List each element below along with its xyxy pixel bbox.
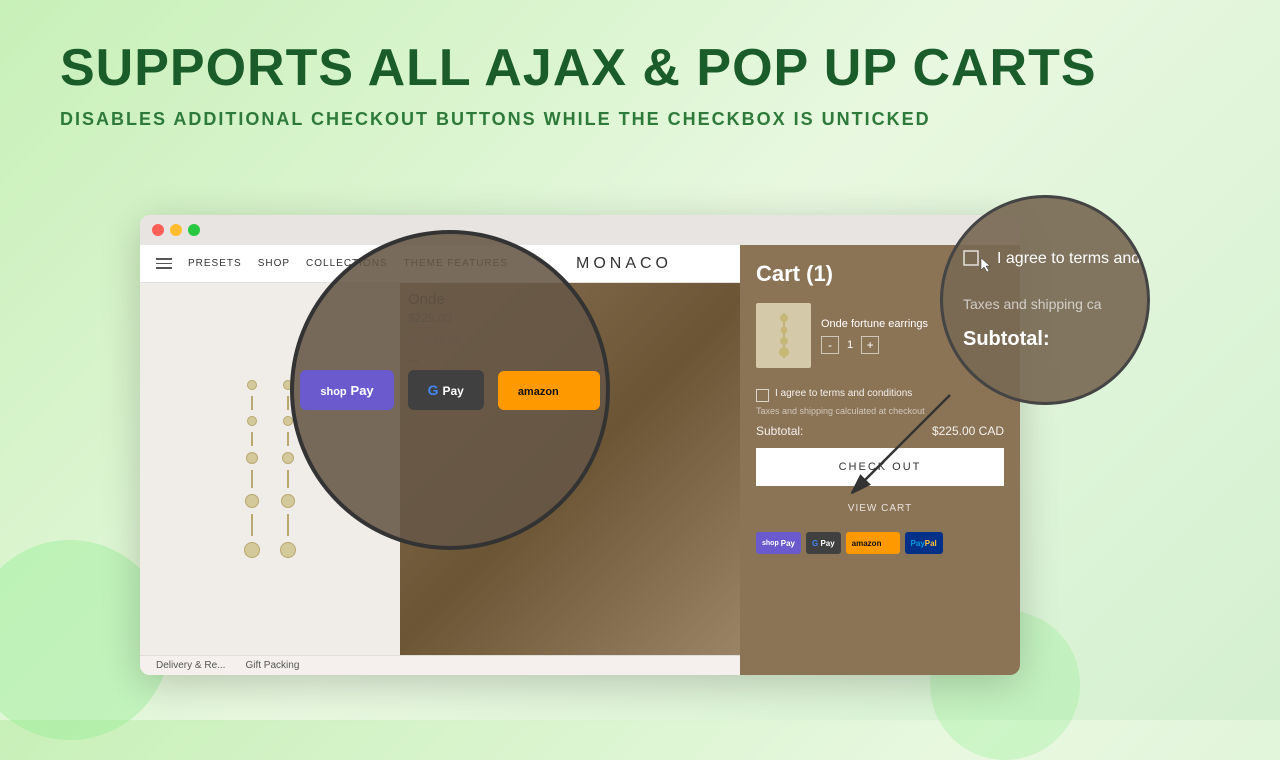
- zoom-cursor-row: I agree to terms and: [963, 250, 1140, 282]
- qty-minus-button[interactable]: -: [821, 336, 839, 354]
- nav-shop[interactable]: SHOP: [258, 258, 290, 269]
- mag-shop-pay: shop Pay: [300, 370, 393, 410]
- earring-bead-5: [244, 542, 260, 558]
- qty-value: 1: [847, 339, 853, 351]
- zoom-cursor-icon: [963, 250, 991, 278]
- subtotal-row: Subtotal: $225.00 CAD: [756, 424, 1004, 438]
- earring2-connector-4: [287, 514, 289, 536]
- nav-presets[interactable]: PRESETS: [188, 258, 242, 269]
- earring2-bead-4: [281, 494, 295, 508]
- google-pay-badge: G Pay: [806, 532, 841, 554]
- traffic-light-close[interactable]: [152, 224, 164, 236]
- earring-connector-2: [251, 432, 253, 446]
- shipping-note: Taxes and shipping calculated at checkou…: [756, 406, 1004, 416]
- earring-bead-3: [246, 452, 258, 464]
- view-cart-button[interactable]: VIEW CART: [756, 492, 1004, 524]
- main-title: SUPPORTS ALL AJAX & POP UP CARTS: [60, 40, 1220, 97]
- qty-plus-button[interactable]: +: [861, 336, 879, 354]
- subtitle: DISABLES ADDITIONAL CHECKOUT BUTTONS WHI…: [60, 109, 1220, 130]
- mag-amazon-pay: amazon pay: [498, 371, 600, 410]
- tab-gift[interactable]: Gift Packing: [245, 660, 299, 671]
- payment-icons: shop Pay G Pay amazonpay PayPal: [756, 532, 1004, 554]
- zoom-agree-text: I agree to terms and: [997, 250, 1140, 268]
- product-tabs: Delivery & Re... Gift Packing: [140, 655, 740, 675]
- earring2-connector: [287, 396, 289, 410]
- checkout-button[interactable]: CHECK OUT: [756, 448, 1004, 486]
- earring-1: [244, 380, 260, 558]
- earring2-bead-5: [280, 542, 296, 558]
- zoom-bubble: I agree to terms and Taxes and shipping …: [940, 195, 1150, 405]
- terms-label: I agree to terms and conditions: [775, 388, 912, 399]
- terms-checkbox-area[interactable]: I agree to terms and conditions: [756, 388, 1004, 402]
- earring-bead-4: [245, 494, 259, 508]
- earring2-connector-3: [287, 470, 289, 488]
- tab-delivery[interactable]: Delivery & Re...: [156, 660, 225, 671]
- earring2-connector-2: [287, 432, 289, 446]
- amazon-pay-badge: amazonpay: [846, 532, 900, 554]
- zoom-taxes-text: Taxes and shipping ca: [963, 296, 1102, 312]
- shop-pay-badge: shop Pay: [756, 532, 801, 554]
- earring-connector: [251, 396, 253, 410]
- earring-connector-3: [251, 470, 253, 488]
- cart-item-image: [756, 303, 811, 368]
- zoom-checkbox-svg: [963, 250, 991, 272]
- zoom-subtotal-text: Subtotal:: [963, 328, 1050, 351]
- subtotal-amount: $225.00 CAD: [932, 424, 1004, 438]
- traffic-light-maximize[interactable]: [188, 224, 200, 236]
- magnifier-circle: shop Pay G Pay amazon pay: [290, 230, 610, 550]
- header-section: SUPPORTS ALL AJAX & POP UP CARTS DISABLE…: [0, 0, 1280, 150]
- nav-hamburger[interactable]: [156, 258, 172, 269]
- earring-bead: [247, 380, 257, 390]
- browser-chrome: [140, 215, 1020, 245]
- subtotal-label: Subtotal:: [756, 424, 803, 438]
- paypal-badge: PayPal: [905, 532, 943, 554]
- traffic-light-minimize[interactable]: [170, 224, 182, 236]
- terms-checkbox[interactable]: [756, 389, 769, 402]
- cart-item-svg: [764, 308, 804, 363]
- mag-google-pay: G Pay: [408, 370, 484, 410]
- earring-bead-2: [247, 416, 257, 426]
- store-logo: MONACO: [576, 255, 672, 273]
- magnifier-content: shop Pay G Pay amazon pay: [290, 350, 610, 430]
- earring2-bead-3: [282, 452, 294, 464]
- earring-connector-4: [251, 514, 253, 536]
